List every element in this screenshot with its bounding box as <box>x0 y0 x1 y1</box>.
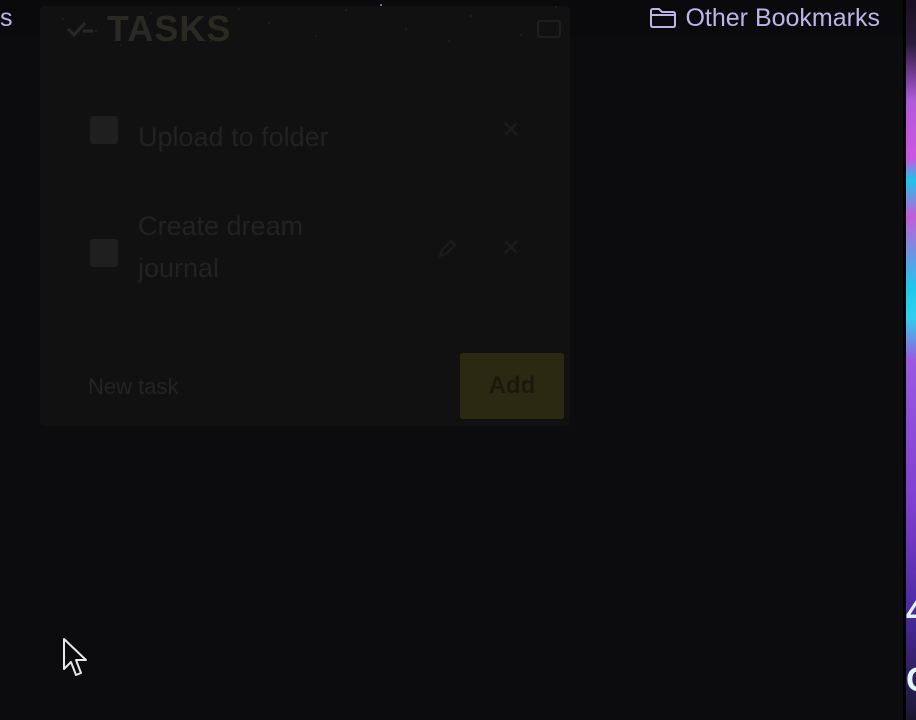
task-checkbox[interactable] <box>90 116 118 144</box>
task-checkbox[interactable] <box>90 239 118 267</box>
settings-icon[interactable] <box>535 18 563 40</box>
other-bookmarks-button[interactable]: Other Bookmarks <box>649 4 880 32</box>
folder-icon <box>650 8 677 28</box>
app-title: TASKS <box>107 8 232 49</box>
task-row: Create dream journal <box>90 205 368 289</box>
mouse-pointer-icon <box>63 638 87 676</box>
edge-text-fragment: C <box>906 660 916 700</box>
delete-icon[interactable] <box>500 118 522 140</box>
task-text: Upload to folder <box>138 122 329 152</box>
bookmark-item-truncated[interactable]: s <box>0 5 13 31</box>
add-task-button[interactable]: Add <box>460 353 564 419</box>
new-task-input[interactable] <box>86 368 440 406</box>
delete-icon[interactable] <box>500 236 522 258</box>
screen: s Other Bookmarks TASKS Upload to folder… <box>0 0 916 720</box>
edge-text-fragment: 4 <box>906 593 916 631</box>
edit-icon[interactable] <box>436 238 458 260</box>
task-text: Create dream journal <box>138 211 304 283</box>
app-header: TASKS <box>65 8 231 50</box>
task-row: Upload to folder <box>90 116 368 158</box>
other-bookmarks-label: Other Bookmarks <box>685 4 880 32</box>
checklist-icon <box>66 21 93 38</box>
